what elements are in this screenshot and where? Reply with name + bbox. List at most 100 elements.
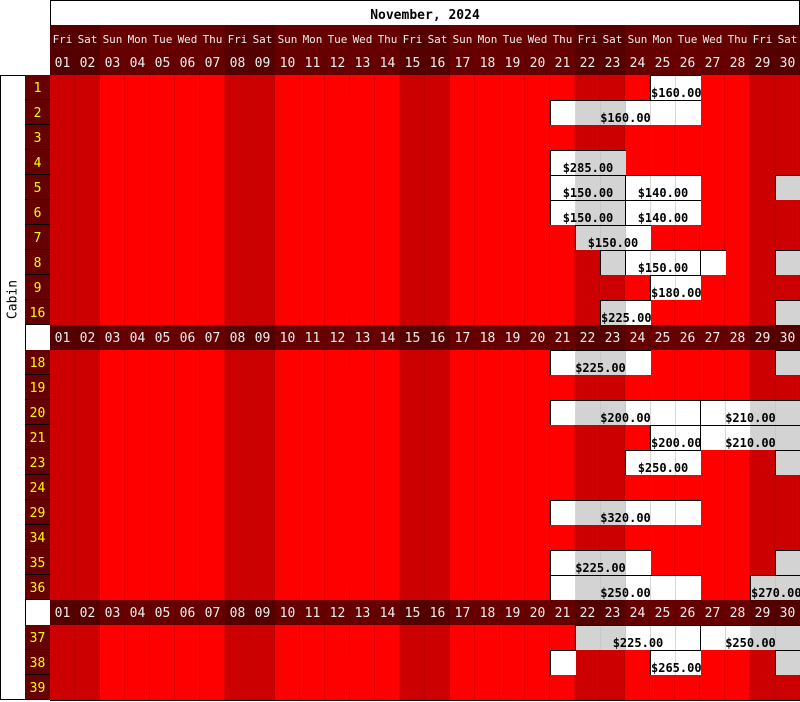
booked-cell [775,675,800,700]
booked-cell [50,500,75,525]
day-name-header: Mon [650,25,675,50]
available-slot[interactable] [775,250,800,276]
booked-cell [300,675,325,700]
day-name-header: Fri [750,25,775,50]
booked-cell [375,400,400,425]
booked-cell [75,550,100,575]
available-slot[interactable]: $225.00 [550,550,651,576]
available-slot[interactable]: $150.00 [625,250,701,276]
booked-cell [700,550,725,575]
available-day[interactable] [776,451,800,475]
booked-cell [650,300,675,325]
available-slot[interactable]: $320.00 [550,500,701,526]
available-day[interactable] [776,251,800,275]
slot-price: $225.00 [575,561,626,575]
slot-price: $160.00 [600,111,651,125]
available-day[interactable] [551,651,576,675]
available-slot[interactable]: $225.00 [575,625,701,651]
available-slot[interactable]: $150.00 [550,175,626,201]
available-day[interactable] [701,251,726,275]
booked-cell [200,300,225,325]
booked-cell [250,450,275,475]
available-slot[interactable] [550,650,576,676]
available-slot[interactable]: $140.00 [625,200,701,226]
available-slot[interactable] [775,300,800,326]
date-header: 07 [200,50,225,75]
available-slot[interactable]: $180.00 [650,275,702,301]
available-slot[interactable]: $160.00 [650,75,702,101]
booked-cell [100,625,125,650]
booked-cell [275,100,300,125]
available-day[interactable] [776,651,800,675]
available-slot[interactable]: $150.00 [575,225,651,251]
available-slot[interactable] [775,550,800,576]
booked-cell [200,100,225,125]
available-slot[interactable]: $250.00 [550,575,701,601]
booked-cell [650,525,675,550]
booked-cell [675,125,700,150]
available-slot[interactable] [775,350,800,376]
available-slot[interactable]: $285.00 [550,150,626,176]
available-slot[interactable]: $200.00 [650,425,702,451]
booked-cell [550,300,575,325]
available-slot[interactable] [775,650,800,676]
available-day[interactable] [776,301,800,325]
available-slot[interactable]: $150.00 [550,200,626,226]
available-slot[interactable] [700,250,726,276]
booked-cell [450,125,475,150]
available-slot[interactable] [775,175,800,201]
booked-cell [675,350,700,375]
available-slot[interactable] [775,450,800,476]
available-slot[interactable]: $265.00 [650,650,702,676]
booked-cell [525,450,550,475]
booked-cell [75,175,100,200]
slot-price: $250.00 [637,461,689,475]
booked-cell [450,650,475,675]
day-name-header: Mon [475,25,500,50]
available-day[interactable] [776,176,800,200]
date-header: 29 [750,50,775,75]
booked-cell [625,375,650,400]
date-header: 10 [275,600,300,625]
available-slot[interactable]: $210.00 [700,400,800,426]
available-slot[interactable]: $225.00 [550,350,651,376]
booked-cell [175,75,200,100]
available-slot[interactable]: $210.00 [700,425,800,451]
booked-cell [125,225,150,250]
available-slot[interactable]: $140.00 [625,175,701,201]
booked-cell [350,350,375,375]
booked-cell [500,375,525,400]
booked-cell [725,500,750,525]
booked-cell [275,225,300,250]
booked-cell [675,300,700,325]
booked-cell [525,300,550,325]
available-slot[interactable]: $250.00 [700,625,800,651]
booked-cell [725,100,750,125]
booked-cell [325,425,350,450]
booked-cell [500,625,525,650]
available-slot[interactable]: $225.00 [600,300,652,326]
day-name-header: Sat [775,25,800,50]
booked-cell [575,675,600,700]
booked-cell [50,400,75,425]
booked-cell [450,375,475,400]
booked-cell [450,400,475,425]
booked-cell [200,175,225,200]
available-slot[interactable]: $200.00 [550,400,701,426]
available-slot[interactable] [600,250,626,276]
booked-cell [100,200,125,225]
booked-cell [200,350,225,375]
available-day[interactable] [776,551,800,575]
available-slot[interactable]: $270.00 [750,575,800,601]
available-slot[interactable]: $160.00 [550,100,701,126]
booked-cell [400,200,425,225]
available-day[interactable] [601,251,626,275]
booked-cell [150,575,175,600]
booked-cell [275,650,300,675]
available-slot[interactable]: $250.00 [625,450,701,476]
booked-cell [525,650,550,675]
booked-cell [250,425,275,450]
booked-cell [125,450,150,475]
booked-cell [400,300,425,325]
available-day[interactable] [776,351,800,375]
